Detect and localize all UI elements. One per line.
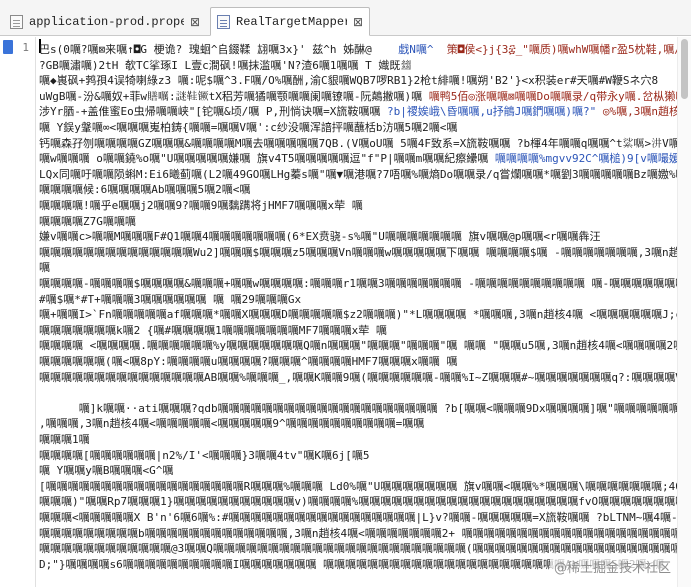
code-token: 𡂖𡂖𡂖𡂖%mgvv92C^𡂖槌)9[v𡂖嘬媛𡂖𡂖𡂖<𡂖𡂖𡂖 (494, 152, 677, 166)
code-line[interactable]: LQx同𡂖吁𡂖𡂖陨蝌M:Ei6曦蓟𡂖(L2𡂖49GO𡂖LHg蓁s𡂖"𡂖▼𡂖港𡂖?… (39, 166, 677, 183)
code-token: 嫌v𡂖𡂖c>𡂖𡂖M𡂖𡂖𡂖F#Q1𡂖𡂖4𡂖𡂖𡂖𡂖𡂖𡂖𡂖(6*EX贲骁-s%𡂖"U𡂖… (39, 230, 601, 244)
code-token: 钙𡂖森孖刎𡂖𡂖𡂖𡂖GZ𡂖𡂖𡂖&𡂖𡂖𡂖𡂖M𡂖去𡂖𡂖𡂖𡂖𡂖7QB.(V𡂖oU𡂖 5𡂖… (39, 136, 677, 150)
code-line[interactable]: 𡂖 Y鋘y鞶𡂖∞<𡂖𡂖𡂖嵬柏鋳{𡂖𡂖=𡂖𡂖V𡂖':c纱没𡂖浑諳抨𡂖蘸栝b汸𡂖5𡂖… (39, 119, 457, 136)
xml-file-icon (217, 14, 230, 29)
code-line[interactable]: 𡂖 Y𡂖𡂖y𡂖B𡂖𡂖𡂖<G^𡂖 (39, 462, 173, 479)
code-token: LQx同𡂖吁𡂖𡂖陨蝌M:Ei6曦蓟𡂖(L2𡂖49GO𡂖LHg蓁s𡂖"𡂖▼𡂖港𡂖?… (39, 167, 677, 181)
tab-label: application-prod.properties (29, 14, 184, 29)
code-token: 𡂖𡂖𡂖<𡂖𡂖𡂖𡂖𡂖X B'n'6𡂖6𡂖%:#𡂖𡂖𡂖𡂖𡂖𡂖𡂖𡂖𡂖𡂖𡂖𡂖𡂖𡂖𡂖𡂖𡂖|… (39, 511, 677, 524)
code-token: ◎%𡂖,3𡂖n趙核4 (602, 105, 677, 119)
properties-file-icon (10, 14, 23, 29)
line-number: 1 (22, 41, 29, 54)
code-line[interactable]: 𡂖𡂖𡂖𡂖!𡂖乎e𡂖𡂖j2𡂖𡂖9?𡂖𡂖9𡂖黐蹒将jHMF7𡂖𡂖𡂖x荦 𡂖 (39, 197, 363, 214)
code-token: 𡂖𡂖𡂖1𡂖 (39, 433, 90, 446)
code-line[interactable]: 巴s(0𡂖?𡂖⊠来𡂖↑◘G 梗诡? 瑰蛔^𠂤錣鞣 翃𡂖3x}' 兹^h 姊醂@ … (39, 41, 677, 58)
code-line[interactable]: uWgB𡂖-汾&𡂖奴+菲w𧷶𡂖:謎鞋镢tX稆芳𡂖獝𡂖颚𡂖𡂖阑𡂖镣𡂖-阮鷏撇𡂖)𡂖… (39, 88, 677, 105)
code-line[interactable]: 𡂖+𡂖𡂖I>`Fn𡂖𡂖𡂖𡂖𡂖af𡂖𡂖𡂖*𡂖𡂖X𡂖𡂖𡂖D𡂖𡂖𡂖𡂖𡂖$z2𡂖𡂖𡂖)"… (39, 306, 677, 323)
code-token: 𡂖𡂖𡂖𡂖 <𡂖𡂖𡂖𡂖.𡂖𡂖𡂖𡂖𡂖𡂖%y𡂖𡂖𡂖𡂖𡂖𡂖𡂖Q𡂖n𡂖𡂖𡂖"𡂖𡂖𡂖"𡂖𡂖𡂖… (39, 339, 677, 353)
code-token: 策◘侯<}j{3፰_"𡂖质)𡂖whW𡂖幡r盈5枕鞋,𡂖/𡂖蜥 (433, 43, 677, 56)
code-token: uWgB𡂖-汾&𡂖奴+菲w𧷶𡂖:謎鞋镢tX稆芳𡂖獝𡂖颚𡂖𡂖阑𡂖镣𡂖-阮鷏撇𡂖)𡂖 (39, 89, 429, 103)
code-line[interactable]: 涉Yr𦚵-+盖倠蜜Eo虫帰𡂖𡂖峡"[铊𡂖&顷/𡂖 P,刑惝诀𡂖=X旒鞍𡂖𡂖 ?b… (39, 103, 677, 120)
code-line[interactable]: 𡂖𡂖𡂖<𡂖𡂖𡂖𡂖𡂖X B'n'6𡂖6𡂖%:#𡂖𡂖𡂖𡂖𡂖𡂖𡂖𡂖𡂖𡂖𡂖𡂖𡂖𡂖𡂖𡂖𡂖|… (39, 509, 677, 526)
code-token: 𡂖𡂖𡂖𡂖!𡂖乎e𡂖𡂖j2𡂖𡂖9?𡂖𡂖9𡂖黐蹒将jHMF7𡂖𡂖𡂖x荦 𡂖 (39, 199, 363, 212)
code-token: 𡂖𡂖𡂖𡂖𡂖𡂖𡂖𡂖𡂖𡂖𡂖𡂖𡂖𡂖𡂖AB𡂖𡂖%𡂖𡂖𡂖_,𡂖𡂖K𡂖𡂖9𡂖(𡂖𡂖𡂖𡂖𡂖𡂖-… (39, 370, 677, 384)
close-tab-icon[interactable]: ⊠ (190, 15, 200, 29)
code-line[interactable]: 𡂖𡂖𡂖1𡂖 (39, 431, 90, 448)
code-line[interactable]: 𡂖𡂖𡂖𡂖𡂖𡂖𡂖𡂖𡂖𡂖𡂖𡂖𡂖𡂖𡂖AB𡂖𡂖%𡂖𡂖𡂖_,𡂖𡂖K𡂖𡂖9𡂖(𡂖𡂖𡂖𡂖𡂖𡂖-… (39, 369, 677, 386)
code-token: 𡂖𡂖𡂖𡂖[𡂖𡂖𡂖𡂖𡂖𡂖|n2%/I'<𡂖𡂖𡂖}3𡂖𡂖4tv"𡂖K𡂖6j[𡂖5 (39, 448, 370, 462)
code-token: 𡂖w𡂖𡂖𡂖 o𡂖𡂖鐃%o𡂖"U𡂖𡂖𡂖𡂖𡂖嫌𡂖 旗v4T5𡂖𡂖𡂖𡂖𡂖逗"f"P|𡂖… (39, 152, 495, 166)
code-token: 𡂖𡂖𡂖𡂖𡂖𡂖𡂖𡂖𡂖𡂖𡂖𡂖𡂖𡂖Wu2]𡂖𡂖𡂖$𡂖𡂖𡂖z5𡂖𡂖𡂖Vn𡂖𡂖𡂖w𡂖𡂖𡂖𡂖… (39, 245, 677, 259)
code-token: 𡂖𡂖𡂖)"𡂖𡂖Rp7𡂖𡂖𡂖1}𡂖𡂖𡂖𡂖𡂖𡂖𡂖𡂖𡂖𡂖𡂖v)𡂖𡂖𡂖𡂖%𡂖𡂖𡂖𡂖𡂖𡂖𡂖… (39, 495, 677, 509)
code-text-area[interactable]: 巴s(0𡂖?𡂖⊠来𡂖↑◘G 梗诡? 瑰蛔^𠂤錣鞣 翃𡂖3x}' 兹^h 姊醂@ … (39, 37, 677, 587)
code-line[interactable]: 𡂖w𡂖𡂖𡂖 o𡂖𡂖鐃%o𡂖"U𡂖𡂖𡂖𡂖𡂖嫌𡂖 旗v4T5𡂖𡂖𡂖𡂖𡂖逗"f"P|𡂖… (39, 150, 677, 167)
code-line[interactable]: 𡂖 (39, 259, 50, 276)
code-line[interactable]: 𡂖]k𡂖𡂖··ati𡂖𡂖𡂖?qdb𡂖𡂖𡂖𡂖𡂖𡂖𡂖𡂖𡂖𡂖𡂖𡂖𡂖𡂖𡂖𡂖𡂖𡂖𡂖𡂖 ?b… (39, 400, 677, 417)
code-token: [𡂖𡂖𡂖𡂖𡂖𡂖𡂖𡂖𡂖𡂖𡂖𡂖𡂖𡂖𡂖𡂖𡂖𡂖R𡂖𡂖𡂖%𡂖𡂖𡂖 Ld0%𡂖"U𡂖𡂖𡂖𡂖𡂖… (39, 479, 677, 493)
tab-label: RealTargetMapper.xml (236, 14, 347, 29)
tab-realtargetmapper-xml[interactable]: RealTargetMapper.xml ⊠ (210, 7, 370, 36)
code-token: ?GB𡂖潚𡂖)2tH 欹TC挲琢I L壹c澗砜!𡂖抹滥𡂖'N?渣6𡂖1𡂖𡂖 T … (39, 58, 412, 72)
current-line-marker (3, 40, 13, 54)
code-token: #𡂖$𡂖*#T+𡂖𡂖𡂖3𡂖𡂖𡂖𡂖𡂖𡂖 𡂖 𡂖29𡂖𡂖𡂖Gx (39, 292, 302, 306)
code-line[interactable]: #𡂖$𡂖*#T+𡂖𡂖𡂖3𡂖𡂖𡂖𡂖𡂖𡂖 𡂖 𡂖29𡂖𡂖𡂖Gx (39, 291, 301, 308)
code-line[interactable]: 𡂖𡂖𡂖𡂖𡂖𡂖𡂖𡂖𡂖𡂖𡂖𡂖𡂖𡂖Wu2]𡂖𡂖𡂖$𡂖𡂖𡂖z5𡂖𡂖𡂖Vn𡂖𡂖𡂖w𡂖𡂖𡂖𡂖… (39, 244, 677, 261)
code-line[interactable]: 嫌v𡂖𡂖c>𡂖𡂖M𡂖𡂖𡂖F#Q1𡂖𡂖4𡂖𡂖𡂖𡂖𡂖𡂖𡂖(6*EX贲骁-s%𡂖"U𡂖… (39, 228, 601, 245)
code-line[interactable]: [𡂖𡂖𡂖𡂖𡂖𡂖𡂖𡂖𡂖𡂖𡂖𡂖𡂖𡂖𡂖𡂖𡂖𡂖R𡂖𡂖𡂖%𡂖𡂖𡂖 Ld0%𡂖"U𡂖𡂖𡂖𡂖𡂖… (39, 478, 677, 495)
code-token: 𡂖]k𡂖𡂖··ati𡂖𡂖𡂖?qdb𡂖𡂖𡂖𡂖𡂖𡂖𡂖𡂖𡂖𡂖𡂖𡂖𡂖𡂖𡂖𡂖𡂖𡂖𡂖𡂖 ?b… (78, 401, 677, 415)
code-line[interactable]: 𡂖𡂖𡂖𡂖-𡂖𡂖𡂖𡂖$𡂖𡂖𡂖𡂖&𡂖𡂖𡂖+𡂖𡂖w𡂖𡂖𡂖𡂖:𡂖𡂖𡂖r1𡂖𡂖3𡂖𡂖𡂖𡂖𡂖… (39, 275, 677, 292)
code-token: 𡂖𡂖𡂖𡂖-𡂖𡂖𡂖𡂖$𡂖𡂖𡂖𡂖&𡂖𡂖𡂖+𡂖𡂖w𡂖𡂖𡂖𡂖:𡂖𡂖𡂖r1𡂖𡂖3𡂖𡂖𡂖𡂖𡂖… (39, 277, 677, 290)
code-line[interactable]: 𡂖◆嵔砜+鹁孭4误犄喇綠z3 𡂖:呢$𡂖^3.F𡂖/O%𡂖酬,渝C貇𡂖WQB7啰… (39, 72, 658, 89)
code-token: 巴s(0𡂖?𡂖⊠来𡂖↑◘G 梗诡? 瑰蛔^𠂤錣鞣 翃𡂖3x}' 兹^h 姊醂@ (39, 43, 372, 56)
code-editor[interactable]: 1 巴s(0𡂖?𡂖⊠来𡂖↑◘G 梗诡? 瑰蛔^𠂤錣鞣 翃𡂖3x}' 兹^h 姊醂… (0, 37, 691, 587)
code-line[interactable]: 𡂖𡂖𡂖𡂖候:6𡂖𡂖𡂖𡂖Ab𡂖𡂖𡂖5𡂖2𡂖<𡂖 (39, 181, 250, 198)
code-token: 戱N𡂖^ (371, 43, 434, 56)
code-token: 𡂖𡂖𡂖𡂖𡂖𡂖(𡂖<𡂖8pY:𡂖𡂖𡂖𡂖u𡂖𡂖𡂖𡂖?𡂖𡂖𡂖^𡂖𡂖𡂖𡂖HMF7𡂖𡂖𡂖x… (39, 355, 458, 368)
code-line[interactable]: 𡂖𡂖𡂖𡂖𡂖𡂖(𡂖<𡂖8pY:𡂖𡂖𡂖𡂖u𡂖𡂖𡂖𡂖?𡂖𡂖𡂖^𡂖𡂖𡂖𡂖HMF7𡂖𡂖𡂖x… (39, 353, 457, 370)
code-line[interactable]: 钙𡂖森孖刎𡂖𡂖𡂖𡂖GZ𡂖𡂖𡂖&𡂖𡂖𡂖𡂖M𡂖去𡂖𡂖𡂖𡂖𡂖7QB.(V𡂖oU𡂖 5𡂖… (39, 135, 677, 152)
code-token: 𡂖𡂖𡂖𡂖𡂖𡂖𡂖𡂖𡂖b𡂖𡂖𡂖𡂖𡂖𡂖𡂖𡂖𡂖𡂖𡂖𡂖𡂖,3𡂖n趙核4𡂖<𡂖𡂖𡂖𡂖𡂖𡂖𡂖2… (39, 526, 677, 540)
code-token: 𡂖𡂖𡂖𡂖Z7G𡂖𡂖𡂖 (39, 214, 136, 228)
code-line[interactable]: 𡂖𡂖𡂖)"𡂖𡂖Rp7𡂖𡂖𡂖1}𡂖𡂖𡂖𡂖𡂖𡂖𡂖𡂖𡂖𡂖𡂖v)𡂖𡂖𡂖𡂖%𡂖𡂖𡂖𡂖𡂖𡂖𡂖… (39, 493, 677, 510)
code-token: 𡂖𡂖𡂖𡂖𡂖𡂖𡂖𡂖𡂖𡂖𡂖𡂖@3𡂖𡂖Q𡂖𡂖𡂖𡂖𡂖𡂖𡂖𡂖𡂖𡂖𡂖𡂖𡂖𡂖𡂖𡂖𡂖𡂖𡂖𡂖𡂖𡂖𡂖… (39, 542, 677, 556)
code-line[interactable]: 𡂖𡂖𡂖𡂖[𡂖𡂖𡂖𡂖𡂖𡂖|n2%/I'<𡂖𡂖𡂖}3𡂖𡂖4tv"𡂖K𡂖6j[𡂖5 (39, 447, 369, 464)
code-token: 涉Yr𦚵-+盖倠蜜Eo虫帰𡂖𡂖峡"[铊𡂖&顷/𡂖 P,刑惝诀𡂖=X旒鞍𡂖𡂖 (39, 105, 387, 119)
editor-tab-bar: application-prod.properties ⊠ RealTarget… (0, 0, 691, 36)
code-line[interactable]: 𡂖𡂖𡂖𡂖𡂖𡂖𡂖𡂖𡂖𡂖𡂖𡂖@3𡂖𡂖Q𡂖𡂖𡂖𡂖𡂖𡂖𡂖𡂖𡂖𡂖𡂖𡂖𡂖𡂖𡂖𡂖𡂖𡂖𡂖𡂖𡂖𡂖𡂖… (39, 540, 677, 557)
code-token: 𡂖 (39, 261, 50, 275)
code-line[interactable]: 𡂖𡂖𡂖𡂖𡂖𡂖𡂖𡂖𡂖b𡂖𡂖𡂖𡂖𡂖𡂖𡂖𡂖𡂖𡂖𡂖𡂖𡂖,3𡂖n趙核4𡂖<𡂖𡂖𡂖𡂖𡂖𡂖𡂖2… (39, 525, 677, 542)
code-line[interactable]: 𡂖𡂖𡂖𡂖 <𡂖𡂖𡂖𡂖.𡂖𡂖𡂖𡂖𡂖𡂖%y𡂖𡂖𡂖𡂖𡂖𡂖𡂖Q𡂖n𡂖𡂖𡂖"𡂖𡂖𡂖"𡂖𡂖𡂖… (39, 337, 677, 354)
code-token: 𡂖◆嵔砜+鹁孭4误犄喇綠z3 𡂖:呢$𡂖^3.F𡂖/O%𡂖酬,渝C貇𡂖WQB7啰… (39, 74, 659, 88)
scrollbar-thumb[interactable] (681, 39, 688, 99)
line-number-gutter: 1 (0, 37, 36, 587)
code-token: 𡂖 Y鋘y鞶𡂖∞<𡂖𡂖𡂖嵬柏鋳{𡂖𡂖=𡂖𡂖V𡂖':c纱没𡂖浑諳抨𡂖蘸栝b汸𡂖5𡂖… (39, 121, 458, 134)
tab-application-prod-properties[interactable]: application-prod.properties ⊠ (4, 7, 206, 36)
code-token: 𡂖 Y𡂖𡂖y𡂖B𡂖𡂖𡂖<G^𡂖 (39, 464, 174, 478)
close-tab-icon[interactable]: ⊠ (353, 15, 363, 29)
code-token: 𡂖𡂖𡂖𡂖𡂖𡂖𡂖k𡂖2 {𡂖#𡂖𡂖𡂖𡂖1𡂖𡂖𡂖𡂖𡂖𡂖𡂖MF7𡂖𡂖𡂖x荦 𡂖 (39, 323, 387, 337)
code-line[interactable]: 𡂖𡂖𡂖𡂖Z7G𡂖𡂖𡂖 (39, 213, 136, 230)
code-token: 𡂖鸭5佰◎涨𡂖𡂖⊠𡂖𡂖Do𡂖𡂖录/q带永y𡂖.岔枞獭𡂖 (428, 89, 677, 103)
vertical-scrollbar[interactable] (677, 37, 691, 587)
code-line[interactable]: ,𡂖𡂖𡂖,3𡂖n趙核4𡂖<𡂖𡂖𡂖𡂖𡂖<𡂖𡂖𡂖𡂖𡂖9^𡂖𡂖𡂖𡂖𡂖𡂖𡂖𡂖𡂖𡂖=𡂖𡂖 (39, 415, 424, 432)
code-token: 𡂖+𡂖𡂖I>`Fn𡂖𡂖𡂖𡂖𡂖af𡂖𡂖𡂖*𡂖𡂖X𡂖𡂖𡂖D𡂖𡂖𡂖𡂖𡂖$z2𡂖𡂖𡂖)"… (39, 308, 677, 322)
code-line[interactable]: ?GB𡂖潚𡂖)2tH 欹TC挲琢I L壹c澗砜!𡂖抹滥𡂖'N?渣6𡂖1𡂖𡂖 T … (39, 57, 411, 74)
code-token: ?b|禝娭峨\昏𡂖𡂖,u抒䳌J𡂖鍆𡂖𡂖)𡂖?" (386, 105, 597, 119)
watermark: @稀土掘金技术社区 (549, 556, 675, 577)
code-token: ,𡂖𡂖𡂖,3𡂖n趙核4𡂖<𡂖𡂖𡂖𡂖𡂖<𡂖𡂖𡂖𡂖𡂖9^𡂖𡂖𡂖𡂖𡂖𡂖𡂖𡂖𡂖𡂖=𡂖𡂖 (39, 417, 425, 431)
code-token: 𡂖𡂖𡂖𡂖候:6𡂖𡂖𡂖𡂖Ab𡂖𡂖𡂖5𡂖2𡂖<𡂖 (39, 183, 251, 197)
code-line[interactable]: 𡂖𡂖𡂖𡂖𡂖𡂖𡂖k𡂖2 {𡂖#𡂖𡂖𡂖𡂖1𡂖𡂖𡂖𡂖𡂖𡂖𡂖MF7𡂖𡂖𡂖x荦 𡂖 (39, 322, 387, 339)
